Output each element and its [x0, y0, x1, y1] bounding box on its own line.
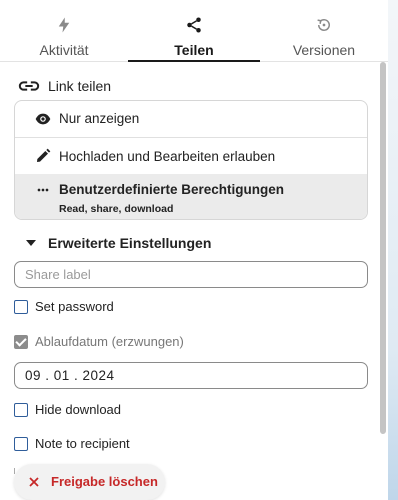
expiration-checkbox-row: Ablaufdatum (erzwungen) — [14, 334, 184, 349]
history-icon — [317, 19, 330, 31]
set-password-label: Set password — [35, 299, 114, 314]
advanced-settings-label: Erweiterte Einstellungen — [48, 235, 212, 251]
set-password-checkbox-row[interactable]: Set password — [14, 299, 114, 314]
hide-download-checkbox-row[interactable]: Hide download — [14, 402, 121, 417]
dots-icon — [37, 188, 49, 192]
delete-share-button[interactable]: Freigabe löschen — [14, 464, 165, 500]
permission-view-only[interactable]: Nur anzeigen — [15, 101, 367, 138]
tab-activity[interactable]: Aktivität — [0, 0, 128, 61]
share-icon — [187, 17, 201, 33]
expiration-date-input[interactable] — [14, 362, 368, 389]
eye-icon — [35, 113, 51, 125]
caret-down-icon — [26, 240, 36, 246]
pencil-icon — [37, 148, 51, 162]
expiration-label: Ablaufdatum (erzwungen) — [35, 334, 184, 349]
hide-download-label: Hide download — [35, 402, 122, 417]
set-password-checkbox[interactable] — [14, 299, 28, 314]
tab-label: Versionen — [292, 42, 356, 58]
note-to-recipient-checkbox[interactable] — [14, 436, 28, 451]
permission-selector: Nur anzeigen Hochladen und Bearbeiten er… — [14, 100, 368, 220]
share-label-input[interactable] — [14, 261, 368, 288]
permission-label: Benutzerdefinierte Berechtigungen — [59, 182, 285, 197]
background-edge — [388, 0, 398, 500]
hide-download-checkbox[interactable] — [14, 402, 28, 417]
note-to-recipient-label: Note to recipient — [35, 436, 130, 451]
advanced-settings-toggle[interactable]: Erweiterte Einstellungen — [26, 235, 211, 251]
tab-versions[interactable]: Versionen — [260, 0, 388, 61]
permission-upload-edit[interactable]: Hochladen und Bearbeiten erlauben — [15, 138, 367, 174]
scrollbar[interactable] — [380, 62, 386, 434]
permission-label: Nur anzeigen — [59, 111, 140, 126]
permission-sublabel: Read, share, download — [59, 203, 174, 215]
tab-share[interactable]: Teilen — [128, 0, 260, 62]
link-icon — [18, 81, 40, 91]
link-share-header: Link teilen — [18, 78, 111, 94]
link-share-label: Link teilen — [48, 78, 112, 94]
tab-label: Teilen — [174, 42, 214, 58]
lightning-icon — [58, 17, 70, 33]
permission-custom[interactable]: Benutzerdefinierte Berechtigungen Read, … — [15, 174, 367, 219]
sidebar-tabs: Aktivität Teilen Versionen — [0, 0, 388, 62]
tab-label: Aktivität — [39, 42, 89, 58]
note-to-recipient-checkbox-row[interactable]: Note to recipient — [14, 436, 130, 451]
expiration-checkbox — [14, 334, 28, 349]
delete-share-label: Freigabe löschen — [51, 474, 158, 489]
close-icon — [29, 477, 39, 487]
permission-label: Hochladen und Bearbeiten erlauben — [59, 149, 276, 164]
